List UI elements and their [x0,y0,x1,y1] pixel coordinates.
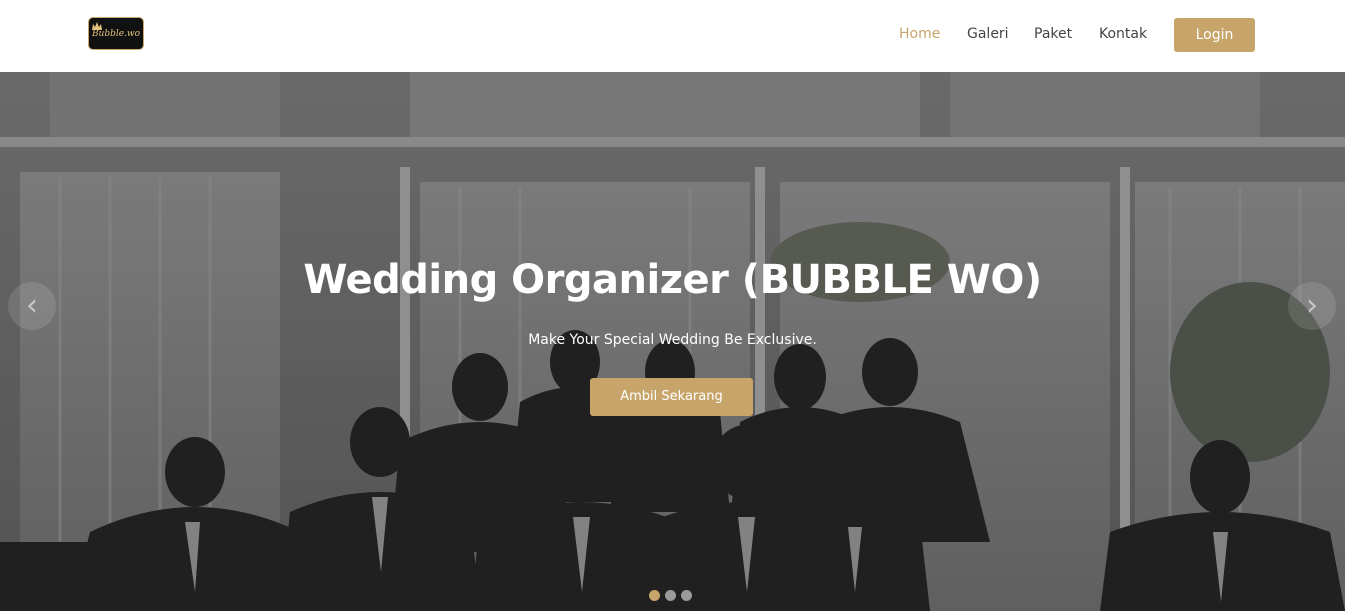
chevron-left-icon: ‹ [26,288,38,323]
chevron-right-icon: › [1306,288,1318,323]
login-button[interactable]: Login [1174,18,1255,52]
ambil-sekarang-button[interactable]: Ambil Sekarang [590,378,753,416]
nav-link-kontak[interactable]: Kontak [1099,24,1147,44]
carousel-dot-1[interactable] [649,590,660,601]
carousel-next-button[interactable]: › [1288,282,1336,330]
main-nav: Home Galeri Paket Kontak [0,24,1345,48]
nav-link-paket[interactable]: Paket [1034,24,1072,44]
hero-title: Wedding Organizer (BUBBLE WO) [303,257,1042,303]
nav-link-galeri[interactable]: Galeri [967,24,1009,44]
hero-subtitle: Make Your Special Wedding Be Exclusive. [528,332,817,348]
carousel-dot-2[interactable] [665,590,676,601]
carousel-indicators [649,590,697,602]
carousel-prev-button[interactable]: ‹ [8,282,56,330]
nav-link-home[interactable]: Home [899,24,940,44]
hero-carousel: Wedding Organizer (BUBBLE WO) Make Your … [0,72,1345,611]
carousel-dot-3[interactable] [681,590,692,601]
navbar: Bubble.wo Home Galeri Paket Kontak Login [0,0,1345,72]
